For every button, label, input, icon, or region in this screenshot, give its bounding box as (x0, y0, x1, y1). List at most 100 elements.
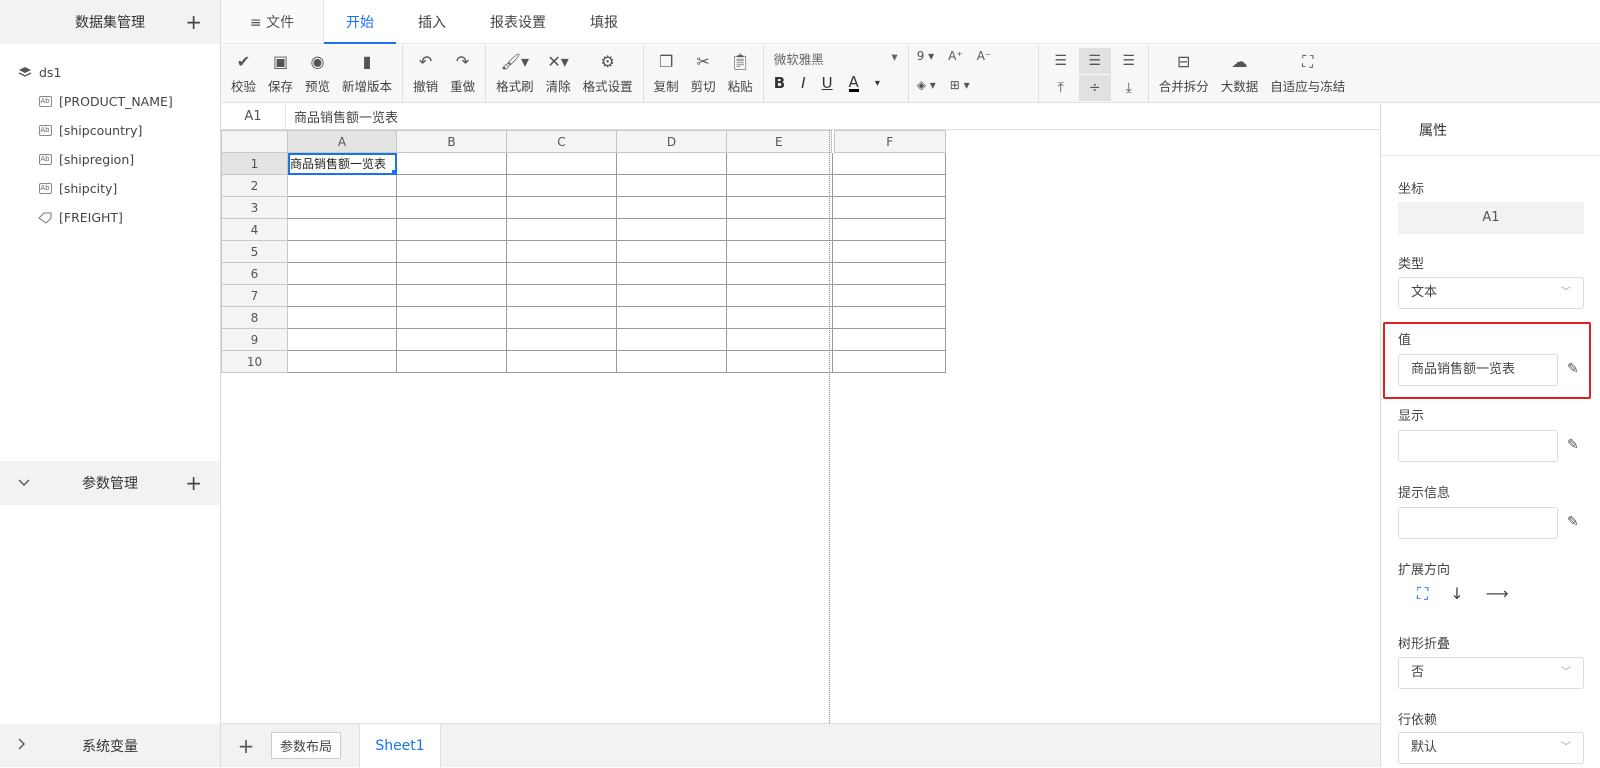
tab-insert[interactable]: 插入 (396, 0, 468, 43)
cell[interactable] (396, 328, 507, 351)
cell[interactable] (616, 218, 727, 241)
tree-collapse-select[interactable]: 否 ﹀ (1398, 657, 1584, 689)
add-dataset-icon[interactable]: + (185, 12, 202, 32)
row-header[interactable]: 9 (221, 328, 288, 351)
cell[interactable] (832, 328, 946, 351)
format-settings-button[interactable]: ⚙ 格式设置 (577, 45, 639, 102)
cell[interactable] (287, 240, 397, 263)
italic-icon[interactable]: I (801, 74, 805, 92)
cell[interactable] (616, 262, 727, 285)
cut-button[interactable]: ✂ 剪切 (685, 45, 722, 102)
freeze-divider[interactable] (829, 130, 830, 723)
cell[interactable] (396, 152, 507, 175)
type-select[interactable]: 文本 ﹀ (1398, 277, 1584, 309)
cell[interactable] (287, 284, 397, 307)
align-top-icon[interactable]: ⤒ (1045, 75, 1077, 101)
select-all-corner[interactable] (221, 130, 288, 153)
cell[interactable] (506, 218, 617, 241)
cell[interactable] (616, 152, 727, 175)
cell[interactable] (287, 262, 397, 285)
clear-button[interactable]: ✕▾ 清除 (540, 45, 577, 102)
dataset-node-ds1[interactable]: ds1 (0, 58, 220, 87)
cell[interactable] (726, 262, 833, 285)
cell[interactable] (506, 174, 617, 197)
cell[interactable] (287, 218, 397, 241)
cell[interactable] (832, 284, 946, 307)
cell[interactable] (506, 152, 617, 175)
cell[interactable] (396, 284, 507, 307)
cell-reference[interactable]: A1 (221, 104, 286, 129)
font-family-select[interactable]: 微软雅黑 ▾ (774, 49, 898, 68)
formula-input[interactable]: 商品销售额一览表 (286, 107, 398, 126)
big-data-button[interactable]: ☁ 大数据 (1215, 45, 1265, 102)
tab-start[interactable]: 开始 (324, 0, 396, 44)
cell[interactable] (396, 306, 507, 329)
pencil-icon[interactable]: ✎ (1567, 361, 1579, 377)
field-item[interactable]: Ab [PRODUCT_NAME] (0, 87, 220, 116)
font-size-select[interactable]: 9 ▾ (917, 49, 934, 63)
copy-button[interactable]: ❐ 复制 (648, 45, 685, 102)
align-center-icon[interactable]: ☰ (1078, 48, 1111, 74)
row-header[interactable]: 2 (221, 174, 288, 197)
cell[interactable] (726, 284, 833, 307)
pencil-icon[interactable]: ✎ (1567, 514, 1579, 530)
cell[interactable] (287, 306, 397, 329)
cell[interactable] (616, 350, 727, 373)
cell[interactable] (506, 262, 617, 285)
align-right-icon[interactable]: ☰ (1113, 48, 1145, 74)
cell[interactable] (396, 174, 507, 197)
cell[interactable] (726, 328, 833, 351)
add-sheet-icon[interactable]: + (221, 734, 271, 758)
cell[interactable] (832, 218, 946, 241)
align-bottom-icon[interactable]: ⤓ (1113, 75, 1145, 101)
expand-none-icon[interactable]: ⛶ (1417, 584, 1428, 604)
row-header[interactable]: 10 (221, 350, 288, 373)
pencil-icon[interactable]: ✎ (1567, 437, 1579, 453)
cell[interactable] (616, 306, 727, 329)
cell[interactable] (506, 350, 617, 373)
font-color-icon[interactable]: A (848, 74, 859, 92)
underline-icon[interactable]: U (822, 74, 833, 92)
cell[interactable] (832, 306, 946, 329)
validate-button[interactable]: ✔ 校验 (225, 45, 262, 102)
tab-report-settings[interactable]: 报表设置 (468, 0, 568, 43)
cell[interactable] (287, 350, 397, 373)
value-input[interactable]: 商品销售额一览表 (1398, 354, 1558, 386)
display-input[interactable] (1398, 430, 1558, 462)
cell[interactable] (616, 196, 727, 219)
fill-color-icon[interactable]: ◈ ▾ (917, 78, 936, 92)
column-header[interactable]: A (287, 130, 397, 153)
cell[interactable] (832, 174, 946, 197)
new-version-button[interactable]: ▮ 新增版本 (336, 45, 398, 102)
border-icon[interactable]: ⊞ ▾ (950, 78, 970, 92)
cell-a1[interactable]: 商品销售额一览表 (287, 152, 397, 175)
cell[interactable] (726, 306, 833, 329)
cell[interactable] (616, 240, 727, 263)
cell[interactable] (616, 284, 727, 307)
row-header[interactable]: 5 (221, 240, 288, 263)
preview-button[interactable]: ◉ 预览 (299, 45, 336, 102)
arrow-right-icon[interactable]: ⟶ (1486, 584, 1509, 604)
column-header[interactable]: E (726, 130, 833, 153)
undo-button[interactable]: ↶ 撤销 (407, 45, 444, 102)
cell[interactable] (396, 240, 507, 263)
cell[interactable] (726, 174, 833, 197)
merge-split-button[interactable]: ⊟ 合并拆分 (1153, 45, 1215, 102)
align-middle-icon[interactable]: ÷ (1078, 75, 1111, 101)
cell[interactable] (726, 152, 833, 175)
cell[interactable] (506, 284, 617, 307)
field-item[interactable]: Ab [shipregion] (0, 145, 220, 174)
cell[interactable] (726, 350, 833, 373)
row-header[interactable]: 4 (221, 218, 288, 241)
field-item[interactable]: [FREIGHT] (0, 203, 220, 232)
field-item[interactable]: Ab [shipcountry] (0, 116, 220, 145)
arrow-down-icon[interactable]: ↓ (1450, 584, 1463, 604)
cell[interactable] (287, 174, 397, 197)
autofit-freeze-button[interactable]: ⛶ 自适应与冻结 (1264, 45, 1351, 102)
row-header[interactable]: 3 (221, 196, 288, 219)
redo-button[interactable]: ↷ 重做 (444, 45, 481, 102)
cell[interactable] (287, 196, 397, 219)
column-header[interactable]: F (830, 130, 946, 153)
param-layout-button[interactable]: 参数布局 (271, 732, 342, 759)
decrease-font-icon[interactable]: A⁻ (977, 49, 992, 63)
